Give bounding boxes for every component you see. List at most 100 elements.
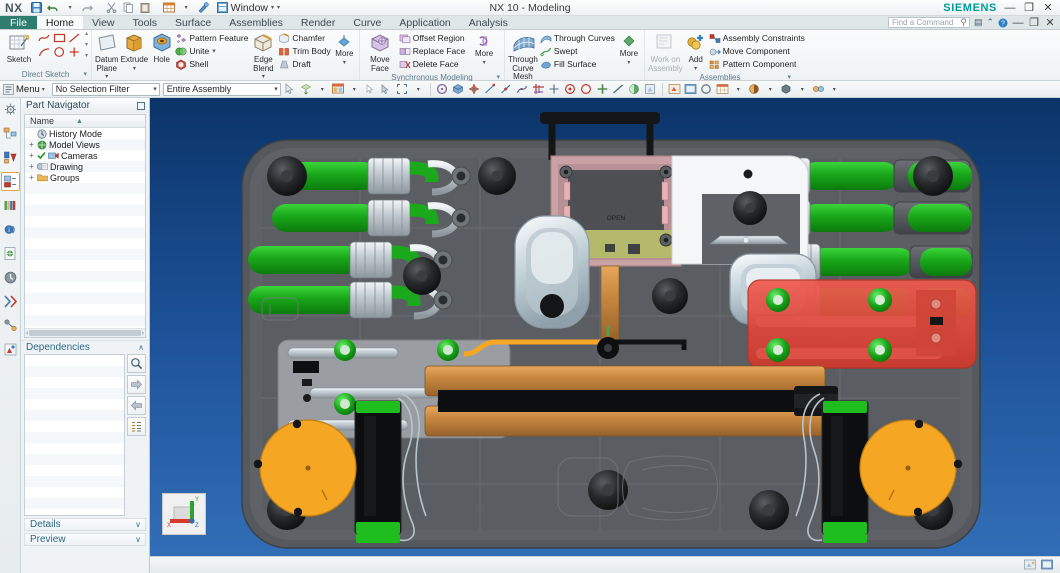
cut-icon[interactable] bbox=[104, 1, 119, 15]
add-component-dropdown-icon[interactable]: ▾ bbox=[694, 65, 697, 72]
trim-body-button[interactable]: Trim Body bbox=[278, 45, 330, 57]
undo-icon[interactable] bbox=[46, 1, 61, 15]
render-style-icon[interactable] bbox=[780, 83, 793, 96]
snap-point-icon[interactable] bbox=[468, 83, 481, 96]
profile-tool[interactable] bbox=[37, 31, 52, 45]
sketch-button[interactable]: Sketch bbox=[3, 31, 35, 65]
close-window-button[interactable]: ✕ bbox=[1042, 1, 1054, 14]
scroll-left-icon[interactable]: ‹ bbox=[26, 330, 28, 337]
sidebar-item-process-studio[interactable] bbox=[1, 292, 20, 311]
swept-button[interactable]: Swept bbox=[540, 45, 615, 57]
window-menu[interactable]: Window ▾ ▾ bbox=[217, 2, 280, 14]
through-curve-mesh-button[interactable]: Through Curve Mesh bbox=[508, 31, 538, 82]
gallery-more-icon[interactable]: ▾ bbox=[85, 53, 88, 59]
pattern-component-button[interactable]: Pattern Component bbox=[709, 58, 805, 70]
snap-on-curve-icon[interactable] bbox=[596, 83, 609, 96]
menu-button[interactable]: Menu ▾ bbox=[3, 84, 49, 95]
list-icon[interactable] bbox=[127, 417, 146, 436]
line-tool[interactable] bbox=[67, 31, 82, 45]
select-face-icon[interactable] bbox=[300, 83, 313, 96]
fill-surface-button[interactable]: Fill Surface bbox=[540, 58, 615, 70]
move-component-button[interactable]: Move Component bbox=[709, 45, 805, 57]
tree-expander[interactable]: + bbox=[28, 152, 35, 160]
arc-tool[interactable] bbox=[37, 45, 52, 59]
dependencies-header[interactable]: Dependencies ∧ bbox=[21, 340, 149, 354]
tree-expander[interactable]: + bbox=[28, 141, 35, 149]
preview-panel-header[interactable]: Preview ∨ bbox=[24, 533, 146, 546]
pattern-feature-button[interactable]: Pattern Feature bbox=[175, 32, 248, 44]
gallery-up-icon[interactable]: ▴ bbox=[85, 31, 88, 37]
table-row[interactable]: History Mode bbox=[25, 128, 145, 139]
snap-midpoint-icon[interactable] bbox=[500, 83, 513, 96]
circle-tool[interactable] bbox=[52, 45, 67, 59]
work-on-assembly-button[interactable]: Work on Assembly bbox=[648, 31, 683, 73]
more-sync-button[interactable]: More ▾ bbox=[467, 31, 501, 66]
hole-button[interactable]: Hole bbox=[150, 31, 173, 65]
tab-file[interactable]: File bbox=[0, 16, 37, 29]
tab-render[interactable]: Render bbox=[292, 16, 344, 29]
edge-blend-button[interactable]: Edge Blend ▾ bbox=[250, 31, 276, 80]
sidebar-item-history[interactable] bbox=[1, 268, 20, 287]
visibility-icon[interactable] bbox=[812, 83, 825, 96]
direct-sketch-dialog-launcher[interactable]: ▾ bbox=[83, 70, 87, 80]
save-icon[interactable] bbox=[29, 1, 44, 15]
sidebar-item-roles[interactable] bbox=[1, 340, 20, 359]
render-style-dropdown-icon[interactable]: ▾ bbox=[796, 83, 809, 96]
draft-button[interactable]: Draft bbox=[278, 58, 330, 70]
tree-column-header[interactable]: Name ▲ bbox=[25, 115, 145, 128]
select-general-icon[interactable] bbox=[284, 83, 297, 96]
more-feature-dropdown-icon[interactable]: ▾ bbox=[343, 59, 346, 66]
table-row[interactable]: + Cameras bbox=[25, 150, 145, 161]
snap-intersection-icon[interactable] bbox=[532, 83, 545, 96]
snap-enable-icon[interactable] bbox=[436, 83, 449, 96]
layout-dropdown-icon[interactable]: ▾ bbox=[179, 1, 194, 15]
selection-filter-combo[interactable]: No Selection Filter ▾ bbox=[52, 83, 160, 96]
paste-icon[interactable] bbox=[138, 1, 153, 15]
tab-analysis[interactable]: Analysis bbox=[460, 16, 517, 29]
tab-view[interactable]: View bbox=[83, 16, 124, 29]
redo-icon[interactable] bbox=[80, 1, 95, 15]
tab-application[interactable]: Application bbox=[390, 16, 459, 29]
restore-window-button[interactable]: ❐ bbox=[1023, 1, 1035, 14]
snap-face-icon[interactable] bbox=[452, 83, 465, 96]
chevron-up-icon[interactable]: ∧ bbox=[138, 343, 144, 352]
tree-expander[interactable]: + bbox=[28, 174, 35, 182]
select-face-dropdown-icon[interactable]: ▾ bbox=[316, 83, 329, 96]
extrude-dropdown-icon[interactable]: ▾ bbox=[133, 65, 136, 72]
view-manager-icon[interactable] bbox=[1041, 559, 1054, 572]
snap-bounded-grid-icon[interactable] bbox=[628, 83, 641, 96]
snap-existing-point-icon[interactable] bbox=[580, 83, 593, 96]
more-surface-dropdown-icon[interactable]: ▾ bbox=[627, 59, 630, 66]
assembly-constraints-button[interactable]: Assembly Constraints bbox=[709, 32, 805, 44]
tab-tools[interactable]: Tools bbox=[124, 16, 167, 29]
customize-icon[interactable] bbox=[196, 1, 211, 15]
rect-select-icon[interactable] bbox=[380, 83, 393, 96]
scroll-thumb[interactable] bbox=[29, 330, 140, 336]
sort-ascending-icon[interactable]: ▲ bbox=[76, 118, 83, 125]
scope-combo[interactable]: Entire Assembly ▾ bbox=[163, 83, 281, 96]
sidebar-item-system-scene[interactable] bbox=[1, 316, 20, 335]
table-row[interactable]: + Drawing bbox=[25, 161, 145, 172]
datum-plane-button[interactable]: Datum Plane ▾ bbox=[95, 31, 119, 80]
sketch-gallery-scroll[interactable]: ▴ ▾ ▾ bbox=[84, 31, 88, 59]
unite-dropdown-icon[interactable]: ▾ bbox=[212, 47, 216, 55]
move-face-button[interactable]: Move Face bbox=[363, 31, 397, 73]
more-surface-button[interactable]: More ▾ bbox=[617, 31, 641, 66]
minimize-ribbon-icon[interactable]: ⌃ bbox=[986, 17, 994, 28]
graphics-viewport[interactable]: OPEN bbox=[150, 98, 1060, 573]
snap-endpoint-icon[interactable] bbox=[484, 83, 497, 96]
gallery-down-icon[interactable]: ▾ bbox=[85, 42, 88, 48]
forward-icon[interactable] bbox=[127, 375, 146, 394]
more-feature-button[interactable]: More ▾ bbox=[333, 31, 356, 66]
sidebar-item-web-browser[interactable] bbox=[1, 244, 20, 263]
view-style-dropdown-icon[interactable]: ▾ bbox=[732, 83, 745, 96]
snap-view-icon[interactable] bbox=[644, 83, 657, 96]
extrude-button[interactable]: Extrude ▾ bbox=[121, 31, 149, 72]
view-style-icon[interactable] bbox=[716, 83, 729, 96]
snap-on-face-icon[interactable] bbox=[612, 83, 625, 96]
datum-plane-dropdown-icon[interactable]: ▾ bbox=[105, 73, 108, 80]
close-doc-button[interactable]: ✕ bbox=[1044, 16, 1056, 29]
chevron-down-icon[interactable]: ∨ bbox=[135, 520, 141, 529]
tree-horizontal-scrollbar[interactable]: ‹ › bbox=[25, 328, 145, 337]
rectangle-tool[interactable] bbox=[52, 31, 67, 45]
